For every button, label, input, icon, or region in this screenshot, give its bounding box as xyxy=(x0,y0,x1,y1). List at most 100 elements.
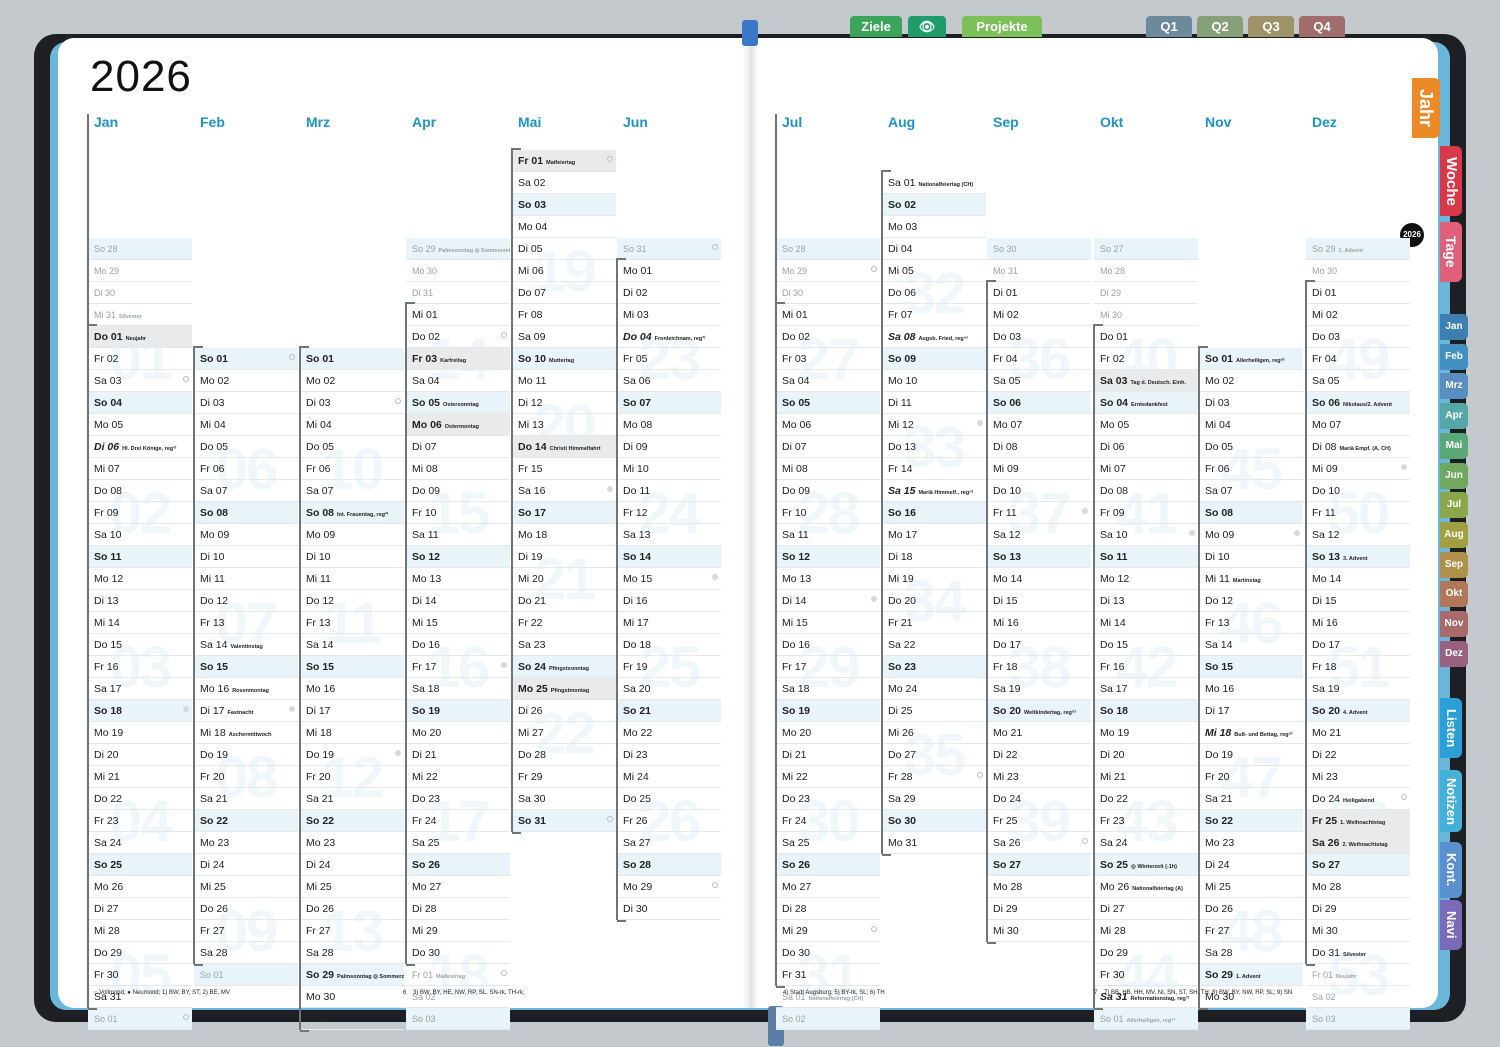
day-cell[interactable]: Fr 20 xyxy=(1199,766,1303,788)
day-cell[interactable]: Mo 30 xyxy=(406,260,510,282)
day-cell[interactable]: Do 24 Heiligabend xyxy=(1306,788,1410,810)
day-cell[interactable]: Mo 27 xyxy=(776,876,880,898)
day-cell[interactable]: Mo 16 xyxy=(300,678,404,700)
day-cell[interactable]: Sa 28 xyxy=(194,942,298,964)
day-cell[interactable]: Di 17 xyxy=(1199,700,1303,722)
day-cell[interactable]: Mo 14 xyxy=(1306,568,1410,590)
day-cell[interactable]: So 07 xyxy=(617,392,721,414)
day-cell[interactable]: Mi 31 Silvester xyxy=(88,304,192,326)
day-cell[interactable]: Di 17 Fastnacht xyxy=(194,700,298,722)
day-cell[interactable]: Mi 17 xyxy=(617,612,721,634)
month-tab-feb[interactable]: Feb xyxy=(1440,343,1468,370)
day-cell[interactable]: Do 20 xyxy=(882,590,986,612)
day-cell[interactable]: Di 14 xyxy=(776,590,880,612)
day-cell[interactable]: Sa 13 xyxy=(617,524,721,546)
day-cell[interactable]: So 18 xyxy=(88,700,192,722)
day-cell[interactable]: Di 29 xyxy=(987,898,1091,920)
day-cell[interactable]: Mi 02 xyxy=(987,304,1091,326)
day-cell[interactable]: So 12 xyxy=(406,546,510,568)
day-cell[interactable]: So 27 xyxy=(1306,854,1410,876)
day-cell[interactable]: Di 31 xyxy=(406,282,510,304)
day-cell[interactable]: Di 06 Hl. Drei Könige, reg¹⁾ xyxy=(88,436,192,458)
day-cell[interactable]: Do 24 xyxy=(987,788,1091,810)
top-tab-q2[interactable]: Q2 xyxy=(1197,16,1243,37)
day-cell[interactable]: Fr 27 xyxy=(1199,920,1303,942)
day-cell[interactable]: So 11 xyxy=(88,546,192,568)
day-cell[interactable]: So 23 xyxy=(882,656,986,678)
day-cell[interactable]: Di 20 xyxy=(1094,744,1198,766)
day-cell[interactable]: Di 24 xyxy=(1199,854,1303,876)
month-tab-aug[interactable]: Aug xyxy=(1440,521,1468,548)
day-cell[interactable]: Do 12 xyxy=(1199,590,1303,612)
day-cell[interactable]: So 01 Allerheiligen, reg⁸⁾ xyxy=(1094,1008,1198,1030)
day-cell[interactable]: So 08 xyxy=(1199,502,1303,524)
day-cell[interactable]: Mi 04 xyxy=(194,414,298,436)
day-cell[interactable]: So 22 xyxy=(1199,810,1303,832)
day-cell[interactable]: Mo 28 xyxy=(1094,260,1198,282)
day-cell[interactable]: Di 29 xyxy=(1094,282,1198,304)
day-cell[interactable]: Mo 19 xyxy=(1094,722,1198,744)
day-cell[interactable]: Mi 23 xyxy=(987,766,1091,788)
day-cell[interactable]: Do 26 xyxy=(1199,898,1303,920)
day-cell[interactable]: Do 05 xyxy=(194,436,298,458)
day-cell[interactable]: Sa 21 xyxy=(1199,788,1303,810)
day-cell[interactable]: Mi 28 xyxy=(1094,920,1198,942)
day-cell[interactable]: Do 30 xyxy=(406,942,510,964)
day-cell[interactable]: Di 10 xyxy=(1199,546,1303,568)
side-tab-jahr[interactable]: Jahr xyxy=(1412,78,1440,138)
day-cell[interactable]: Fr 27 xyxy=(194,920,298,942)
day-cell[interactable]: Di 29 xyxy=(1306,898,1410,920)
day-cell[interactable]: Mi 14 xyxy=(88,612,192,634)
day-cell[interactable]: Mo 16 Rosenmontag xyxy=(194,678,298,700)
day-cell[interactable]: Mi 01 xyxy=(406,304,510,326)
day-cell[interactable]: Sa 14 Valentinstag xyxy=(194,634,298,656)
day-cell[interactable]: So 03 xyxy=(406,1008,510,1030)
day-cell[interactable]: Mo 26 Nationalfeiertag (A) xyxy=(1094,876,1198,898)
day-cell[interactable]: So 06 xyxy=(987,392,1091,414)
day-cell[interactable]: Di 09 xyxy=(617,436,721,458)
day-cell[interactable]: Mi 25 xyxy=(194,876,298,898)
day-cell[interactable]: Di 08 Mariä Empf. (A, CH) xyxy=(1306,436,1410,458)
day-cell[interactable]: Mi 10 xyxy=(617,458,721,480)
day-cell[interactable]: Fr 04 xyxy=(987,348,1091,370)
day-cell[interactable]: So 31 xyxy=(617,238,721,260)
day-cell[interactable]: Di 30 xyxy=(776,282,880,304)
side-tab-navi[interactable]: Navi xyxy=(1440,900,1462,950)
day-cell[interactable]: Do 05 xyxy=(1199,436,1303,458)
day-cell[interactable]: Fr 26 xyxy=(617,810,721,832)
day-cell[interactable]: Mo 07 xyxy=(987,414,1091,436)
day-cell[interactable]: Do 12 xyxy=(300,590,404,612)
day-cell[interactable]: Mo 23 xyxy=(194,832,298,854)
day-cell[interactable]: Fr 12 xyxy=(617,502,721,524)
day-cell[interactable]: Mi 09 xyxy=(987,458,1091,480)
day-cell[interactable]: Fr 27 xyxy=(300,920,404,942)
day-cell[interactable]: Fr 17 xyxy=(776,656,880,678)
day-cell[interactable]: Mi 25 xyxy=(1199,876,1303,898)
day-cell[interactable]: Mo 02 xyxy=(194,370,298,392)
day-cell[interactable]: Mo 30 xyxy=(300,986,404,1008)
day-cell[interactable]: Do 10 xyxy=(987,480,1091,502)
day-cell[interactable]: Di 20 xyxy=(88,744,192,766)
day-cell[interactable]: Sa 25 xyxy=(406,832,510,854)
side-tab-kont[interactable]: Kont. xyxy=(1440,842,1462,898)
day-cell[interactable]: Mo 14 xyxy=(987,568,1091,590)
day-cell[interactable]: So 20 4. Advent xyxy=(1306,700,1410,722)
day-cell[interactable]: Mi 11 xyxy=(194,568,298,590)
month-tab-jun[interactable]: Jun xyxy=(1440,462,1468,489)
day-cell[interactable]: Mi 02 xyxy=(1306,304,1410,326)
day-cell[interactable]: Do 11 xyxy=(617,480,721,502)
day-cell[interactable]: Sa 05 xyxy=(987,370,1091,392)
day-cell[interactable]: Di 03 xyxy=(194,392,298,414)
day-cell[interactable]: Fr 09 xyxy=(88,502,192,524)
day-cell[interactable]: Di 26 xyxy=(512,700,616,722)
day-cell[interactable]: Mo 01 xyxy=(617,260,721,282)
day-cell[interactable]: Di 28 xyxy=(406,898,510,920)
day-cell[interactable]: Mo 27 xyxy=(406,876,510,898)
day-cell[interactable]: So 17 xyxy=(512,502,616,524)
month-tab-apr[interactable]: Apr xyxy=(1440,403,1468,430)
day-cell[interactable]: Mo 09 xyxy=(300,524,404,546)
day-cell[interactable]: Mo 13 xyxy=(406,568,510,590)
day-cell[interactable]: So 05 Ostersonntag xyxy=(406,392,510,414)
day-cell[interactable]: Di 27 xyxy=(1094,898,1198,920)
day-cell[interactable]: So 18 xyxy=(1094,700,1198,722)
